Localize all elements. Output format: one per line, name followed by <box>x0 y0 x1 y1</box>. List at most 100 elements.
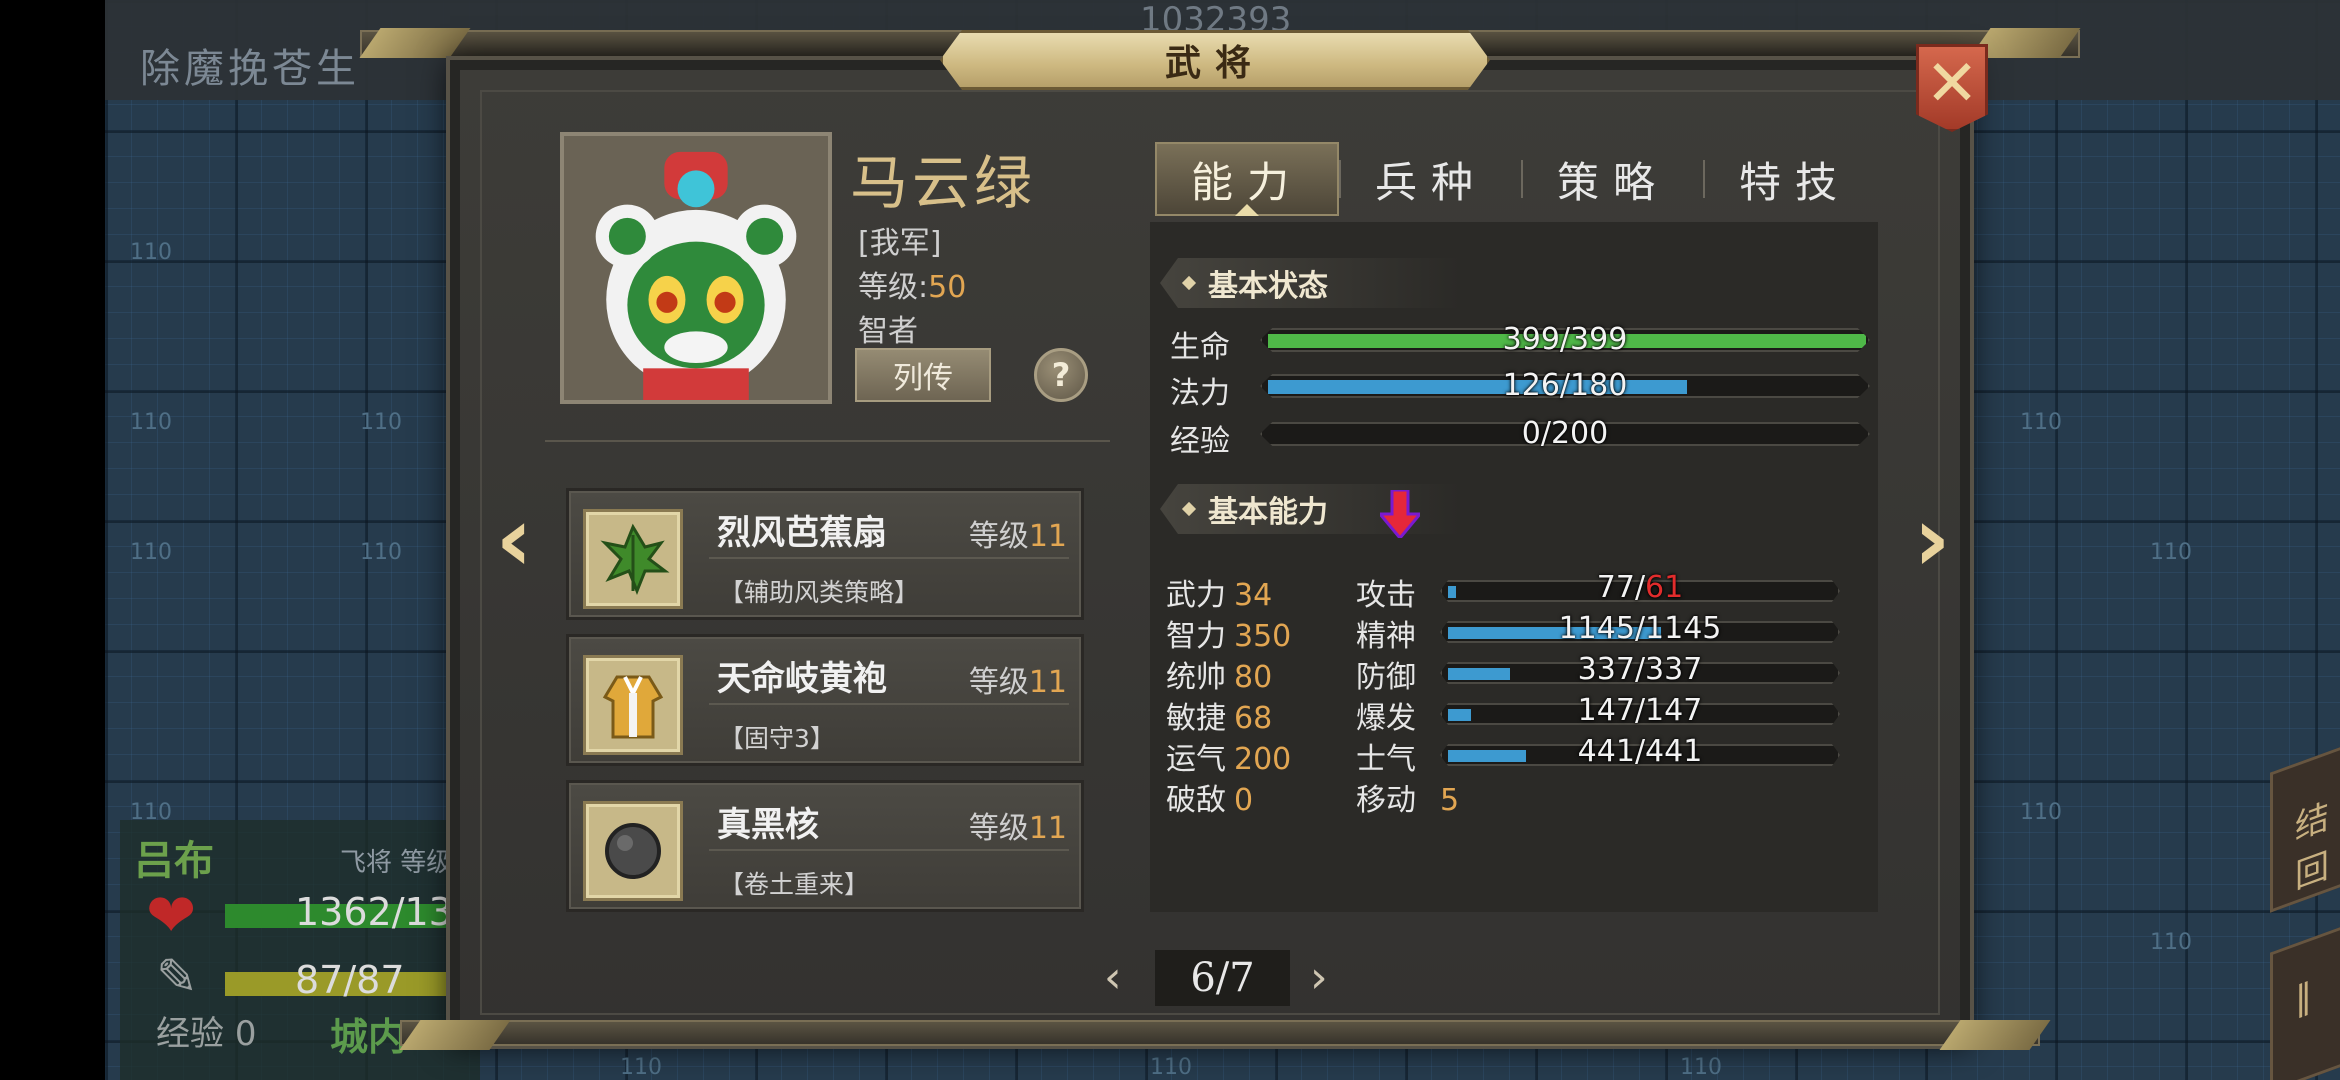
divider <box>709 703 1069 705</box>
tab-strategy[interactable]: 策略 <box>1523 142 1703 216</box>
equipment-slot-weapon[interactable]: 烈风芭蕉扇 等级11 【辅助风类策略】 <box>566 488 1084 620</box>
defense-bar: 337/337 <box>1440 652 1840 687</box>
tab-skill[interactable]: 特技 <box>1705 142 1885 216</box>
unit-exp-label: 经验 <box>156 1014 224 1054</box>
attr-value: 68 <box>1234 701 1273 736</box>
lion-dance-frog-avatar <box>564 136 828 400</box>
equipment-level-value: 11 <box>1028 811 1067 846</box>
divider <box>545 440 1110 442</box>
max-value: 61 <box>1645 570 1684 605</box>
combat-morale-label: 士气 <box>1356 742 1416 777</box>
tab-troop-type[interactable]: 兵种 <box>1341 142 1521 216</box>
leaf-icon <box>583 509 683 609</box>
attr-label: 武力 <box>1166 578 1226 613</box>
separator: / <box>1634 734 1646 769</box>
burst-bar: 147/147 <box>1440 693 1840 728</box>
equipment-slot-armor[interactable]: 天命岐黄袍 等级11 【固守3】 <box>566 634 1084 766</box>
equipment-effect: 【固守3】 <box>719 724 835 753</box>
stat-value: 126/180 <box>1502 368 1628 403</box>
grid-number: 110 <box>1680 1055 1722 1080</box>
max-value: 337 <box>1645 652 1703 687</box>
page-indicator: ‹ 6/7 › <box>1100 950 1340 1010</box>
exp-row: 经验 0/200 <box>1170 416 1870 459</box>
side-menu-button[interactable]: 结回 <box>2270 747 2340 913</box>
equipment-name: 天命岐黄袍 <box>717 659 887 699</box>
next-general-arrow[interactable]: › <box>1902 495 1962 585</box>
equipment-effect: 【辅助风类策略】 <box>719 578 920 607</box>
grid-number: 110 <box>2150 540 2192 565</box>
max-value: 441 <box>1645 734 1703 769</box>
attr-label: 统帅 <box>1166 660 1226 695</box>
current-value: 77 <box>1596 570 1635 605</box>
current-value: 337 <box>1577 652 1635 687</box>
grid-number: 110 <box>2020 800 2062 825</box>
side-menu-label: 结回 <box>2295 796 2329 898</box>
combat-spirit-label: 精神 <box>1356 619 1416 654</box>
spirit-value: 1145/1145 <box>1440 611 1840 646</box>
tab-bar: 能力 兵种 策略 特技 <box>1155 142 1885 216</box>
attr-intelligence: 智力 350 <box>1166 611 1291 655</box>
unit-exp: 经验 0 <box>156 1006 256 1055</box>
general-portrait <box>560 132 832 404</box>
left-black-edge <box>0 0 105 1080</box>
attr-value: 80 <box>1234 660 1273 695</box>
attack-value: 77/61 <box>1440 570 1840 605</box>
divider <box>709 557 1069 559</box>
level-value: 50 <box>928 270 967 305</box>
next-page-arrow[interactable]: › <box>1310 952 1328 1003</box>
grid-number: 110 <box>2150 930 2192 955</box>
max-value: 147 <box>1645 693 1703 728</box>
separator: / <box>1634 693 1646 728</box>
prev-page-arrow[interactable]: ‹ <box>1104 952 1122 1003</box>
mp-row: 法力 126/180 <box>1170 368 1870 411</box>
morale-value: 441/441 <box>1440 734 1840 769</box>
debuff-down-arrow-icon <box>1380 490 1420 538</box>
hp-row: 生命 399/399 <box>1170 322 1870 365</box>
grid-number: 110 <box>2020 410 2062 435</box>
grid-number: 110 <box>360 540 402 565</box>
grid-number: 110 <box>130 410 172 435</box>
help-button[interactable]: ? <box>1034 348 1088 402</box>
equipment-name: 烈风芭蕉扇 <box>717 513 887 553</box>
spirit-bar: 1145/1145 <box>1440 611 1840 646</box>
stage-title: 除魔挽苍生 <box>140 46 360 92</box>
stat-value: 399/399 <box>1502 322 1628 357</box>
attr-value: 200 <box>1234 742 1292 777</box>
tab-ability[interactable]: 能力 <box>1155 142 1339 216</box>
current-value: 1145 <box>1558 611 1635 646</box>
general-class: 智者 <box>858 314 918 349</box>
equipment-level: 等级11 <box>969 803 1067 847</box>
unit-exp-value: 0 <box>234 1014 257 1054</box>
equipment-level-label: 等级 <box>968 519 1029 554</box>
biography-button[interactable]: 列传 <box>855 348 991 402</box>
stat-label: 法力 <box>1170 376 1230 411</box>
general-faction: [我军] <box>858 226 942 261</box>
prev-general-arrow[interactable]: ‹ <box>484 495 544 585</box>
section-title: 基本状态 <box>1208 269 1328 304</box>
general-level: 等级:50 <box>858 262 966 306</box>
attr-label: 破敌 <box>1166 783 1226 818</box>
combat-defense-label: 防御 <box>1356 660 1416 695</box>
unit-mp-text: 87/87 <box>295 958 405 1002</box>
equipment-slot-accessory[interactable]: 真黑核 等级11 【卷土重来】 <box>566 780 1084 912</box>
current-value: 147 <box>1577 693 1635 728</box>
stat-label: 经验 <box>1170 424 1230 459</box>
combat-move: 移动 5 <box>1356 775 1459 819</box>
close-button[interactable]: ✕ <box>1916 44 1988 132</box>
diamond-icon <box>1181 275 1197 291</box>
black-core-icon <box>583 801 683 901</box>
general-name: 马云绿 <box>850 149 1037 217</box>
attack-bar: 77/61 <box>1440 570 1840 605</box>
attr-luck: 运气 200 <box>1166 734 1291 778</box>
stats-panel: 基本状态 生命 399/399 法力 126/180 经验 0/200 基本能力 <box>1150 222 1878 912</box>
grid-number: 110 <box>1150 1055 1192 1080</box>
attr-value: 350 <box>1234 619 1292 654</box>
equipment-level: 等级11 <box>969 657 1067 701</box>
level-label: 等级: <box>858 270 929 305</box>
heart-icon: ❤ <box>146 881 197 951</box>
unit-name: 吕布 <box>134 837 214 884</box>
pause-button[interactable]: ‖ <box>2270 927 2340 1080</box>
move-value: 5 <box>1440 783 1460 818</box>
stat-value: 0/200 <box>1521 416 1609 451</box>
combat-attack-label: 攻击 <box>1356 578 1416 613</box>
